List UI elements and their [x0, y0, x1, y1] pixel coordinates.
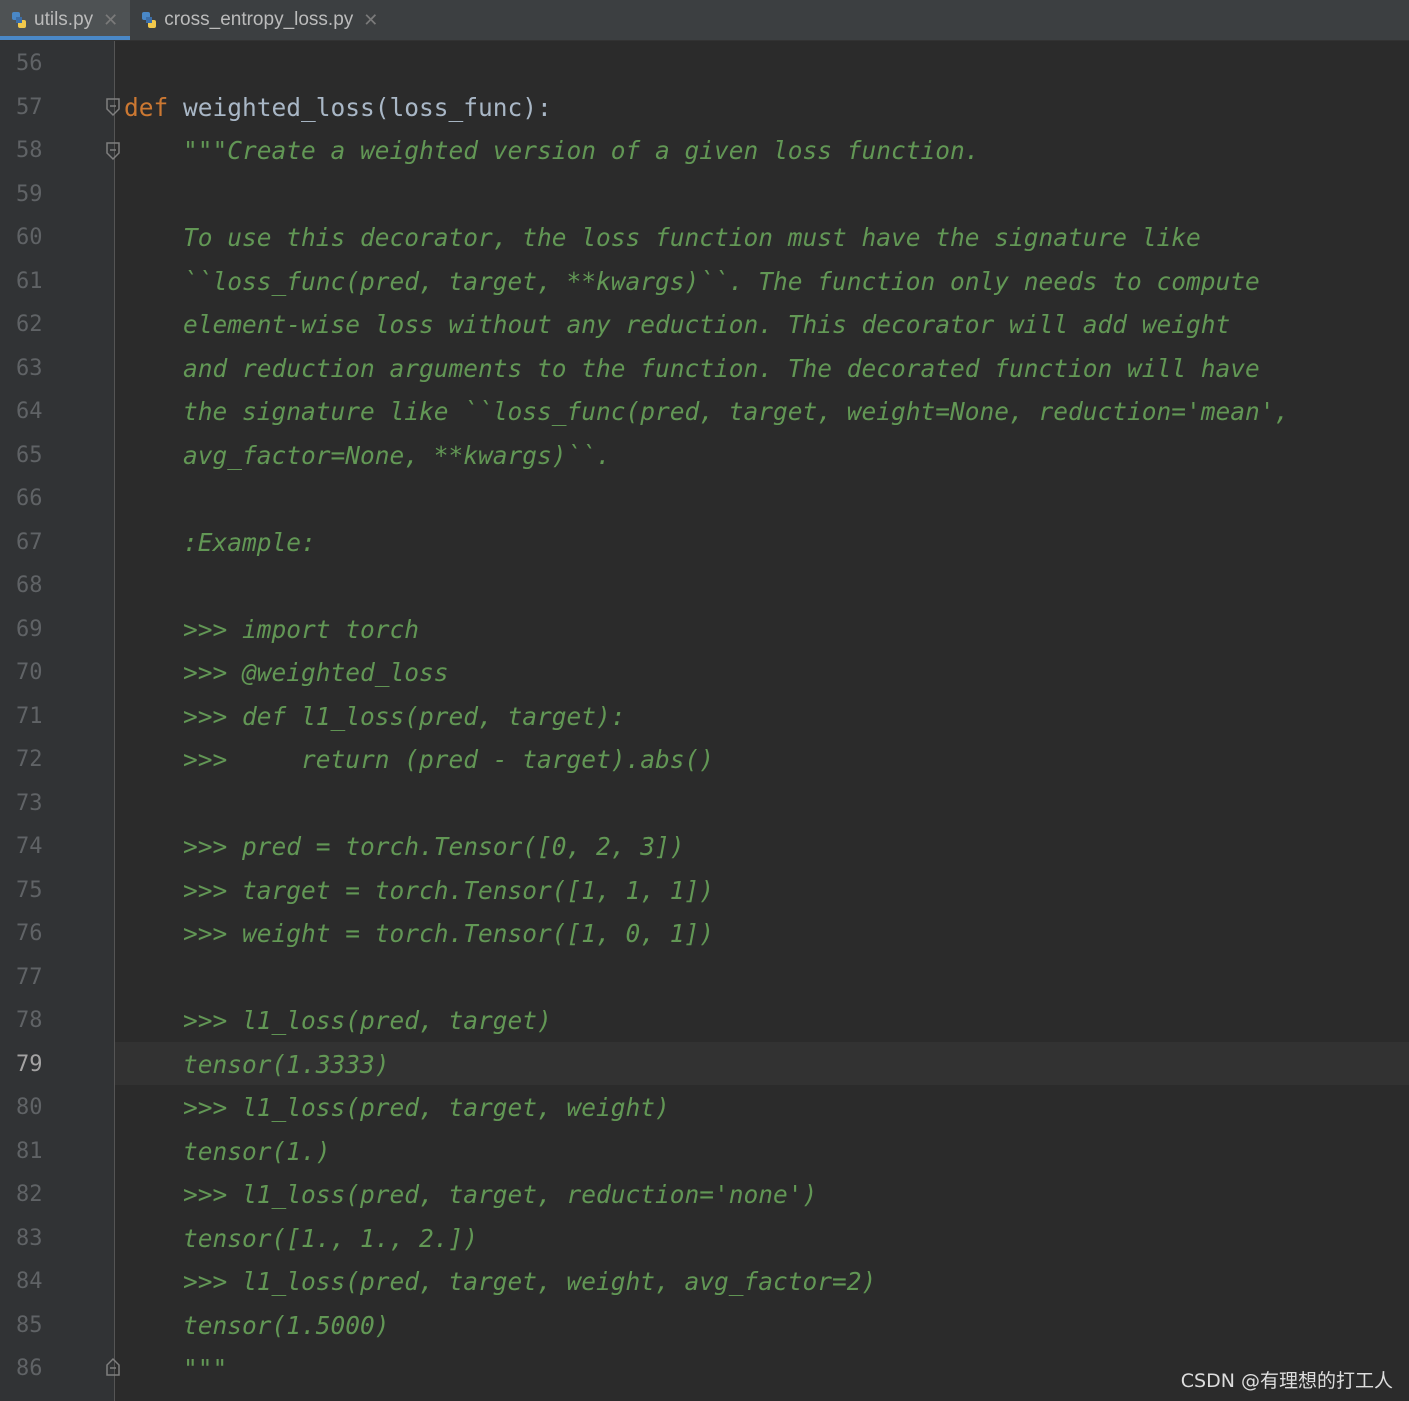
docstring-text: element-wise loss without any reduction.… [124, 310, 1231, 339]
code-line[interactable]: element-wise loss without any reduction.… [124, 310, 1230, 340]
code-line[interactable]: and reduction arguments to the function.… [124, 354, 1260, 384]
docstring-text: tensor([1., 1., 2.]) [124, 1223, 479, 1253]
fold-collapse-icon[interactable] [104, 141, 122, 161]
watermark: CSDN @有理想的打工人 [1180, 1370, 1393, 1392]
docstring-text: >>> pred = torch.Tensor([0, 2, 3]) [124, 832, 685, 861]
line-number: 68 [16, 573, 43, 598]
tab-label: cross_entropy_loss.py [164, 9, 354, 30]
line-number: 82 [16, 1182, 43, 1207]
line-number: 81 [16, 1138, 43, 1164]
docstring-text: tensor(1.3333) [124, 1049, 390, 1079]
line-number: 73 [16, 790, 43, 816]
close-icon[interactable]: ✕ [103, 10, 118, 31]
line-number: 78 [16, 1008, 43, 1033]
line-number: 85 [16, 1312, 43, 1338]
code-line[interactable]: >>> return (pred - target).abs() [124, 745, 714, 775]
code-line[interactable]: >>> @weighted_loss [124, 658, 449, 688]
line-number: 67 [16, 529, 43, 555]
docstring-text: To use this decorator, the loss function… [124, 223, 1201, 252]
line-number: 86 [16, 1356, 43, 1381]
line-number: 64 [16, 399, 43, 424]
line-number: 75 [16, 877, 43, 903]
code-line[interactable]: tensor(1.3333) [124, 1050, 390, 1080]
code-line[interactable]: """ [124, 1354, 227, 1384]
code-line[interactable]: :Example: [124, 528, 316, 558]
code-line[interactable]: To use this decorator, the loss function… [124, 223, 1201, 253]
line-number: 74 [16, 834, 43, 859]
function-signature: weighted_loss(loss_func): [168, 92, 552, 122]
docstring-text: ``loss_func(pred, target, **kwargs)``. T… [124, 266, 1260, 296]
line-number: 63 [16, 355, 43, 381]
line-number: 83 [16, 1225, 43, 1251]
line-number: 58 [16, 138, 43, 163]
code-line[interactable]: avg_factor=None, **kwargs)``. [124, 441, 611, 471]
close-icon[interactable]: ✕ [363, 10, 378, 31]
docstring-text: >>> return (pred - target).abs() [124, 745, 715, 774]
tab-label: utils.py [34, 9, 94, 30]
code-line[interactable]: tensor(1.5000) [124, 1311, 390, 1341]
code-line[interactable]: ``loss_func(pred, target, **kwargs)``. T… [124, 267, 1260, 297]
code-line[interactable]: tensor([1., 1., 2.]) [124, 1224, 478, 1254]
code-line[interactable]: >>> pred = torch.Tensor([0, 2, 3]) [124, 832, 685, 862]
code-line[interactable]: >>> l1_loss(pred, target, reduction='non… [124, 1180, 817, 1210]
code-line[interactable]: >>> l1_loss(pred, target) [124, 1006, 552, 1036]
docstring-text: the signature like ``loss_func(pred, tar… [124, 397, 1290, 426]
editor-tab-bar: utils.py ✕ cross_entropy_loss.py ✕ [0, 0, 1409, 41]
docstring-text: >>> target = torch.Tensor([1, 1, 1]) [124, 875, 715, 905]
docstring-text: """Create a weighted version of a given … [124, 136, 980, 165]
line-number: 70 [16, 660, 43, 685]
code-line[interactable]: """Create a weighted version of a given … [124, 136, 980, 166]
line-number: 72 [16, 747, 43, 772]
docstring-text: >>> l1_loss(pred, target) [124, 1006, 552, 1035]
docstring-text: >>> @weighted_loss [124, 658, 449, 687]
line-number: 65 [16, 442, 43, 468]
docstring-text: >>> weight = torch.Tensor([1, 0, 1]) [124, 919, 715, 948]
line-number: 80 [16, 1095, 43, 1120]
docstring-text: >>> import torch [124, 614, 420, 644]
docstring-text: tensor(1.5000) [124, 1310, 390, 1340]
docstring-text: >>> l1_loss(pred, target, weight, avg_fa… [124, 1267, 877, 1296]
line-number: 71 [16, 703, 43, 729]
line-number: 60 [16, 225, 43, 250]
docstring-text: >>> def l1_loss(pred, target): [124, 701, 626, 731]
line-number: 61 [16, 268, 43, 294]
fold-end-icon[interactable] [104, 1357, 122, 1377]
docstring-text: tensor(1.) [124, 1136, 331, 1166]
docstring-text: and reduction arguments to the function.… [124, 353, 1260, 383]
docstring-text: avg_factor=None, **kwargs)``. [124, 440, 611, 470]
line-number: 62 [16, 312, 43, 337]
code-line[interactable]: >>> target = torch.Tensor([1, 1, 1]) [124, 876, 714, 906]
line-number: 79 [16, 1051, 43, 1077]
keyword-token: def [124, 92, 169, 122]
line-number: 77 [16, 964, 43, 990]
code-line[interactable]: >>> l1_loss(pred, target, weight) [124, 1093, 670, 1123]
line-number-gutter[interactable]: 56 57 58 59 60 61 62 63 64 65 66 67 68 69 70 71 72 73 74 75… [0, 41, 120, 1401]
python-file-icon [142, 12, 157, 28]
line-number: 69 [16, 616, 43, 642]
code-line[interactable]: >>> l1_loss(pred, target, weight, avg_fa… [124, 1267, 876, 1297]
python-file-icon [12, 12, 26, 28]
tab-utils-py[interactable]: utils.py ✕ [0, 0, 131, 40]
code-line[interactable]: >>> import torch [124, 615, 419, 645]
line-number: 57 [16, 94, 43, 120]
code-line[interactable]: the signature like ``loss_func(pred, tar… [124, 397, 1289, 427]
docstring-text: :Example: [124, 527, 316, 557]
line-number: 84 [16, 1269, 43, 1294]
line-number: 59 [16, 181, 43, 207]
docstring-text: >>> l1_loss(pred, target, reduction='non… [124, 1180, 818, 1209]
line-number: 66 [16, 486, 43, 511]
code-line[interactable]: >>> def l1_loss(pred, target): [124, 702, 626, 732]
line-number: 76 [16, 921, 43, 946]
tab-cross-entropy-loss-py[interactable]: cross_entropy_loss.py ✕ [130, 0, 390, 40]
fold-collapse-icon[interactable] [104, 97, 122, 117]
docstring-text: >>> l1_loss(pred, target, weight) [124, 1093, 670, 1122]
code-line[interactable]: tensor(1.) [124, 1137, 331, 1167]
line-number: 56 [16, 51, 43, 76]
code-line[interactable]: def weighted_loss(loss_func): [124, 93, 552, 123]
code-line[interactable]: >>> weight = torch.Tensor([1, 0, 1]) [124, 919, 714, 949]
docstring-text: """ [124, 1354, 228, 1383]
